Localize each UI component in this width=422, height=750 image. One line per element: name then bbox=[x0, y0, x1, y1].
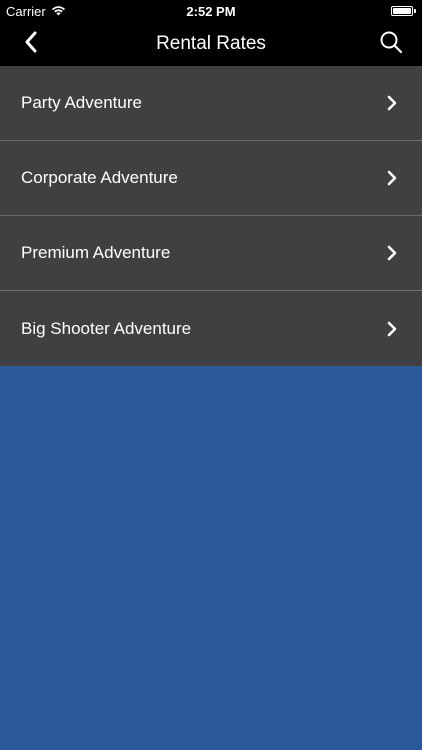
search-button[interactable] bbox=[374, 28, 408, 60]
chevron-right-icon bbox=[386, 245, 398, 261]
battery-fill bbox=[393, 8, 411, 14]
status-bar: Carrier 2:52 PM bbox=[0, 0, 422, 22]
status-time: 2:52 PM bbox=[186, 3, 236, 19]
list-item-label: Premium Adventure bbox=[21, 243, 171, 262]
list-item-corporate-adventure[interactable]: Corporate Adventure bbox=[0, 141, 422, 216]
nav-bar: Rental Rates bbox=[0, 22, 422, 66]
list-item-party-adventure[interactable]: Party Adventure bbox=[0, 66, 422, 141]
list-item-big-shooter-adventure[interactable]: Big Shooter Adventure bbox=[0, 291, 422, 366]
chevron-right-icon bbox=[386, 95, 398, 111]
search-icon bbox=[379, 30, 403, 59]
battery-icon bbox=[391, 6, 413, 16]
rental-rates-list: Party Adventure Corporate Adventure Prem… bbox=[0, 66, 422, 366]
list-item-label: Big Shooter Adventure bbox=[21, 318, 192, 338]
page-title: Rental Rates bbox=[156, 33, 266, 54]
chevron-right-icon bbox=[386, 321, 398, 337]
status-right bbox=[391, 0, 416, 22]
list-item-label: Corporate Adventure bbox=[21, 168, 178, 187]
chevron-right-icon bbox=[386, 170, 398, 186]
list-item-label: Party Adventure bbox=[21, 93, 142, 112]
list-item-premium-adventure[interactable]: Premium Adventure bbox=[0, 216, 422, 291]
battery-nub bbox=[414, 9, 416, 13]
